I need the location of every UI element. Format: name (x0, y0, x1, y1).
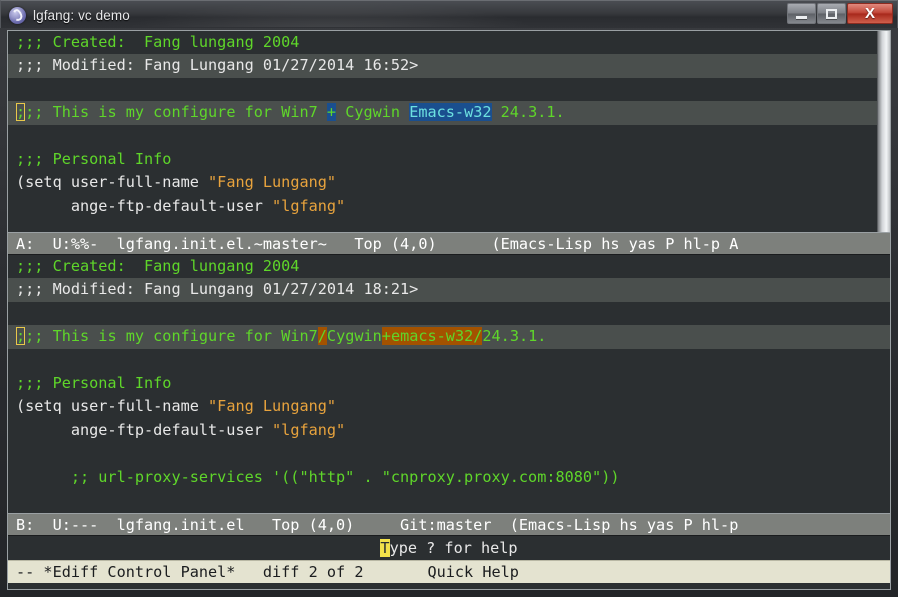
title-bar-left: lgfang: vc demo (9, 5, 130, 25)
code-span: (setq user-full-name (16, 173, 209, 192)
code-span: +emacs-w32/ (381, 327, 483, 346)
maximize-button[interactable] (817, 3, 846, 24)
code-span: ;;; Modified: Fang Lungang 01/27/2014 16… (16, 56, 419, 75)
code-span: ;;; Created: Fang lungang 2004 (16, 33, 300, 51)
window-controls: X (787, 3, 893, 24)
close-button[interactable]: X (847, 3, 893, 24)
buffer-a-window[interactable]: ;;; Created: Fang lungang 2004 ;;; Modifi… (8, 31, 890, 232)
code-span: / (317, 327, 327, 346)
buffer-a-scrollbar[interactable] (877, 31, 890, 232)
code-span: ; (16, 327, 26, 346)
code-span: ; (16, 103, 26, 122)
code-span: ange-ftp-default-user (16, 196, 273, 215)
code-span: Emacs-w32 (409, 103, 492, 122)
minimize-button[interactable] (787, 3, 816, 24)
code-line: ;;; Created: Fang lungang 2004 (16, 255, 890, 278)
code-span: "lgfang" (272, 420, 346, 439)
title-bar: lgfang: vc demo X (0, 0, 898, 28)
maximize-icon (826, 8, 837, 19)
code-line: ;;; Modified: Fang Lungang 01/27/2014 18… (8, 278, 890, 302)
code-span: "lgfang" (272, 196, 346, 215)
code-line: (setq user-full-name "Fang Lungang" (16, 395, 890, 418)
window-title: lgfang: vc demo (33, 7, 130, 23)
buffer-b-modeline: B: U:--- lgfang.init.el Top (4,0) Git:ma… (8, 513, 890, 536)
code-line: ;; url-proxy-services '(("http" . "cnpro… (16, 466, 890, 489)
code-span: ;; This is my configure for Win7 (25, 103, 327, 122)
code-span: ;;; Personal Info (16, 149, 172, 168)
emacs-frame: ;;; Created: Fang lungang 2004 ;;; Modifi… (7, 30, 891, 590)
emacs-icon (9, 6, 26, 24)
code-span: 24.3.1. (482, 327, 547, 346)
buffer-a-modeline: A: U:%%- lgfang.init.el.~master~ Top (4,… (8, 232, 890, 255)
code-span: (setq user-full-name (16, 397, 209, 416)
code-line: (setq user-full-name "Fang Lungang" (16, 171, 890, 194)
buffer-b-window[interactable]: ;;; Created: Fang lungang 2004 ;;; Modifi… (8, 255, 890, 513)
ediff-prompt: Type ? for help (8, 536, 890, 560)
code-line: ;;; Personal Info (16, 372, 890, 395)
code-line: ;;; Personal Info (16, 148, 890, 171)
code-span: ;; This is my configure for Win7 (25, 327, 318, 346)
minimize-icon (796, 15, 807, 19)
code-span: ;;; Modified: Fang Lungang 01/27/2014 18… (16, 280, 419, 299)
code-span: Cygwin (336, 103, 410, 122)
ediff-prompt-text: ype ? for help (389, 539, 518, 557)
code-span: ;;; Created: Fang lungang 2004 (16, 257, 300, 275)
close-icon: X (864, 5, 875, 22)
buffer-b-text[interactable]: ;;; Created: Fang lungang 2004 ;;; Modifi… (8, 255, 890, 489)
code-span: ;; url-proxy-services '(("http" . "cnpro… (16, 467, 620, 486)
code-span: ange-ftp-default-user (16, 420, 273, 439)
code-span: 24.3.1. (491, 103, 565, 122)
code-line: ange-ftp-default-user "lgfang" (16, 419, 890, 442)
ediff-cursor: T (380, 539, 390, 557)
code-span: + (326, 103, 337, 122)
code-line: ;;; Modified: Fang Lungang 01/27/2014 16… (8, 54, 890, 78)
code-span: "Fang Lungang" (208, 397, 337, 416)
code-line: ;;; This is my configure for Win7 + Cygw… (8, 101, 890, 125)
code-line: ;;; This is my configure for Win7/Cygwin… (8, 325, 890, 349)
code-line: ;;; Created: Fang lungang 2004 (16, 31, 890, 54)
buffer-a-text[interactable]: ;;; Created: Fang lungang 2004 ;;; Modifi… (8, 31, 890, 218)
code-span: ;;; Personal Info (16, 373, 172, 392)
code-span: "Fang Lungang" (208, 173, 337, 192)
ediff-control-panel-modeline: -- *Ediff Control Panel* diff 2 of 2 Qui… (8, 560, 890, 583)
emacs-window: lgfang: vc demo X ;;; Created: Fang lung… (0, 0, 898, 597)
code-span: Cygwin (326, 327, 382, 346)
code-line: ange-ftp-default-user "lgfang" (16, 195, 890, 218)
titlebar-gloss (121, 1, 541, 27)
